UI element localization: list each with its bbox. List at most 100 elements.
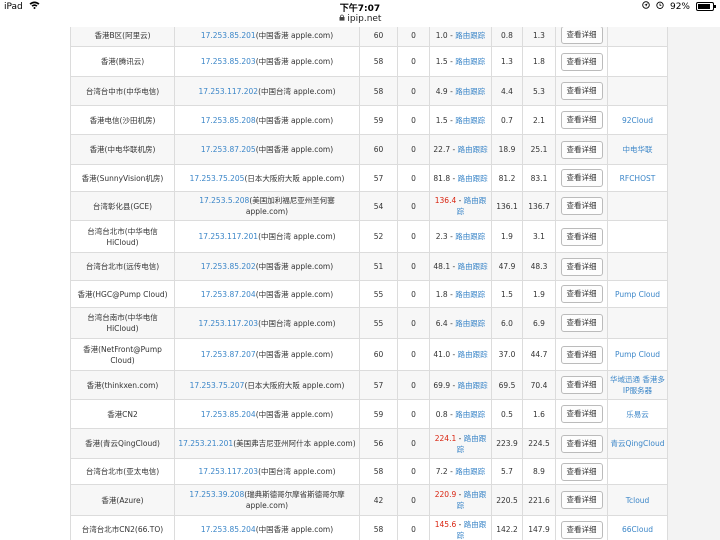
traceroute-link[interactable]: 路由跟踪 (457, 434, 486, 454)
latency-cell: 220.9 - 路由跟踪 (429, 484, 492, 516)
ip-location: (中国台湾 apple.com) (258, 318, 336, 328)
sponsor-link[interactable]: 华域迅通 香港多IP服务器 (610, 375, 665, 395)
traceroute-link[interactable]: 路由跟踪 (455, 410, 485, 419)
ttl-cell: 59 (359, 399, 398, 429)
detail-cell: 查看详细 (555, 76, 608, 106)
loss-cell: 0 (397, 428, 430, 459)
sponsor-link[interactable]: Pump Cloud (615, 350, 660, 359)
node-name: 台湾台北市(亚太电信) (70, 458, 175, 485)
detail-button[interactable]: 查看详细 (560, 462, 603, 481)
sponsor-link[interactable]: 中电华联 (623, 145, 653, 154)
ip-link[interactable]: 17.253.85.208 (201, 116, 256, 125)
ip-location: (中国香港 apple.com) (255, 350, 334, 359)
sponsor-link[interactable]: 青云QingCloud (611, 439, 665, 448)
detail-button[interactable]: 查看详细 (560, 285, 603, 303)
detail-button[interactable]: 查看详细 (560, 27, 603, 44)
traceroute-link[interactable]: 路由跟踪 (455, 116, 485, 125)
traceroute-link[interactable]: 路由跟踪 (457, 520, 486, 540)
ip-location: (日本大阪府大阪 apple.com) (244, 173, 345, 183)
min-latency-cell: 1.3 (491, 46, 523, 77)
sponsor-link[interactable]: 92Cloud (622, 116, 653, 125)
detail-button[interactable]: 查看详细 (560, 434, 603, 453)
detail-button[interactable]: 查看详细 (560, 52, 603, 71)
detail-button[interactable]: 查看详细 (560, 257, 603, 276)
loss-cell: 0 (397, 370, 430, 400)
detail-button[interactable]: 查看详细 (560, 491, 603, 509)
traceroute-link[interactable]: 路由跟踪 (458, 145, 488, 154)
node-name: 台湾台北市CN2(66.TO) (70, 515, 175, 540)
min-latency-cell: 6.0 (491, 307, 523, 339)
traceroute-link[interactable]: 路由跟踪 (455, 57, 485, 66)
sponsor-link[interactable]: Pump Cloud (615, 290, 660, 299)
sponsor-link[interactable]: Tcloud (626, 496, 650, 505)
detail-button[interactable]: 查看详细 (560, 520, 603, 539)
sponsor-cell (607, 220, 668, 253)
traceroute-link[interactable]: 路由跟踪 (458, 262, 488, 271)
ip-link[interactable]: 17.253.87.204 (201, 290, 256, 299)
ip-link[interactable]: 17.253.85.201 (201, 31, 256, 40)
latency-value: 1.5 (435, 57, 448, 66)
detail-button[interactable]: 查看详细 (560, 345, 603, 364)
sponsor-link[interactable]: 66Cloud (622, 525, 653, 534)
ip-link[interactable]: 17.253.85.202 (201, 262, 256, 271)
max-latency-cell: 136.7 (522, 191, 556, 221)
traceroute-link[interactable]: 路由跟踪 (458, 350, 488, 359)
detail-button[interactable]: 查看详细 (560, 197, 603, 215)
max-latency-cell: 25.1 (522, 134, 556, 165)
sponsor-cell: 中电华联 (607, 134, 668, 165)
node-name: 香港(HGC@Pump Cloud) (70, 280, 175, 308)
detail-button[interactable]: 查看详细 (560, 82, 603, 100)
detail-cell: 查看详细 (555, 252, 608, 281)
ip-link[interactable]: 17.253.5.208 (199, 196, 249, 205)
ip-link[interactable]: 17.253.39.208 (189, 490, 244, 499)
ip-link[interactable]: 17.253.117.202 (198, 87, 258, 96)
latency-value: 41.0 (433, 350, 451, 359)
ttl-cell: 59 (359, 105, 398, 135)
ip-location: (美国加利福尼亚州圣何塞 apple.com) (245, 196, 335, 216)
sponsor-link[interactable]: RFCHOST (620, 174, 656, 183)
address-bar[interactable]: ipip.net (0, 14, 720, 27)
traceroute-link[interactable]: 路由跟踪 (455, 232, 485, 241)
max-latency-cell: 5.3 (522, 76, 556, 106)
ip-link[interactable]: 17.253.21.201 (178, 439, 233, 448)
ip-link[interactable]: 17.253.75.205 (190, 174, 245, 183)
alarm-icon (656, 1, 664, 12)
ip-link[interactable]: 17.253.117.203 (198, 319, 258, 328)
detail-button[interactable]: 查看详细 (560, 314, 603, 332)
max-latency-cell: 1.8 (522, 46, 556, 77)
traceroute-link[interactable]: 路由跟踪 (455, 31, 485, 40)
traceroute-link[interactable]: 路由跟踪 (458, 174, 488, 183)
table-row: 香港(thinkxen.com) 17.253.75.207(日本大阪府大阪 ap… (70, 370, 668, 400)
ip-location: (瑞典斯德哥尔摩省斯德哥尔摩 apple.com) (244, 490, 345, 510)
detail-button[interactable]: 查看详细 (560, 111, 603, 129)
left-margin (0, 27, 70, 540)
traceroute-link[interactable]: 路由跟踪 (455, 319, 485, 328)
detail-button[interactable]: 查看详细 (560, 405, 603, 423)
ip-link[interactable]: 17.253.87.207 (201, 350, 256, 359)
ip-link[interactable]: 17.253.85.204 (201, 525, 256, 534)
traceroute-link[interactable]: 路由跟踪 (457, 490, 486, 510)
ip-link[interactable]: 17.253.117.201 (198, 232, 258, 241)
ttl-cell: 58 (359, 76, 398, 106)
latency-cell: 81.8 - 路由跟踪 (429, 164, 492, 192)
detail-cell: 查看详细 (555, 46, 608, 77)
ip-location: (中国台湾 apple.com) (258, 86, 336, 96)
traceroute-link[interactable]: 路由跟踪 (458, 381, 488, 390)
traceroute-link[interactable]: 路由跟踪 (455, 290, 485, 299)
ip-link[interactable]: 17.253.75.207 (190, 381, 245, 390)
ip-link[interactable]: 17.253.87.205 (201, 145, 256, 154)
sponsor-link[interactable]: 乐易云 (626, 410, 649, 419)
latency-cell: 6.4 - 路由跟踪 (429, 307, 492, 339)
traceroute-link[interactable]: 路由跟踪 (455, 467, 485, 476)
detail-button[interactable]: 查看详细 (560, 140, 603, 159)
ip-link[interactable]: 17.253.85.204 (201, 410, 256, 419)
node-name: 香港(中电华联机房) (70, 134, 175, 165)
traceroute-link[interactable]: 路由跟踪 (455, 87, 485, 96)
detail-button[interactable]: 查看详细 (560, 169, 603, 187)
detail-button[interactable]: 查看详细 (560, 376, 603, 394)
ip-link[interactable]: 17.253.117.203 (198, 467, 258, 476)
latency-value: 136.4 (434, 196, 457, 205)
ip-link[interactable]: 17.253.85.203 (201, 57, 256, 66)
detail-button[interactable]: 查看详细 (560, 227, 603, 246)
traceroute-link[interactable]: 路由跟踪 (457, 196, 486, 216)
